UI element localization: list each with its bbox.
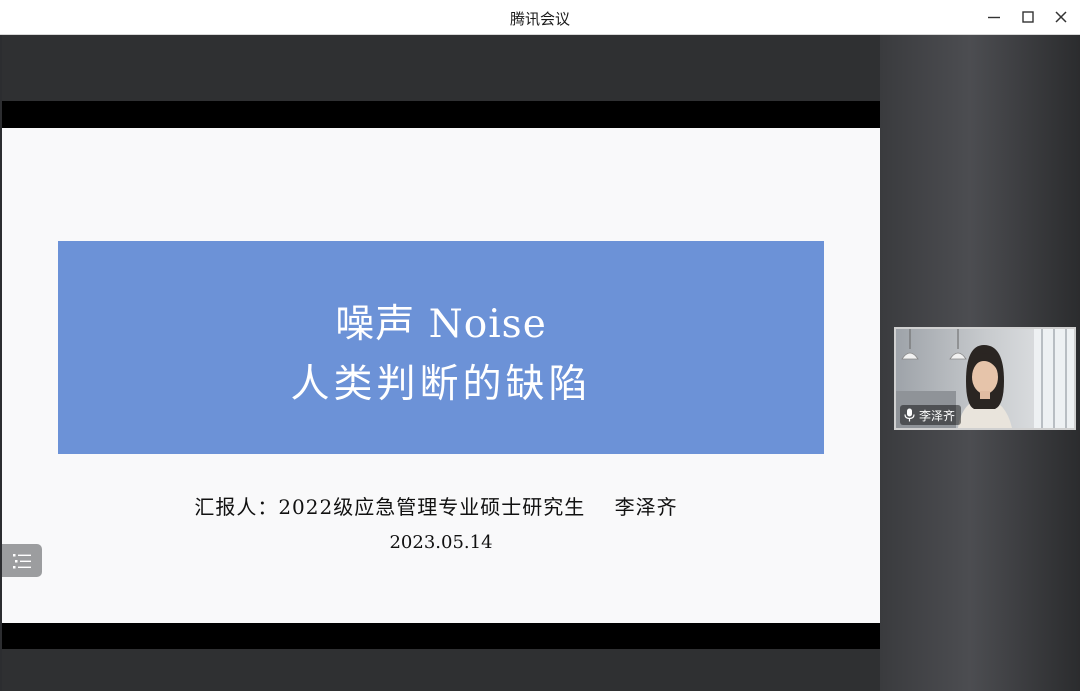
participant-label: 李泽齐 bbox=[900, 405, 962, 425]
minimize-icon bbox=[988, 16, 1000, 19]
letterbox-top bbox=[2, 101, 880, 128]
close-button[interactable] bbox=[1048, 5, 1074, 29]
slide-subtitle: 人类判断的缺陷 bbox=[290, 362, 592, 407]
microphone-icon bbox=[904, 408, 915, 422]
slide-title: 噪声 Noise bbox=[335, 302, 547, 347]
title-bar: 腾讯会议 bbox=[0, 0, 1080, 35]
participant-video-tile[interactable]: 李泽齐 bbox=[894, 327, 1076, 430]
list-menu-button[interactable] bbox=[2, 544, 42, 577]
participant-panel: 李泽齐 bbox=[880, 35, 1080, 691]
presentation-slide: 噪声 Noise 人类判断的缺陷 汇报人：2022级应急管理专业硕士研究生 李泽… bbox=[2, 128, 880, 623]
list-menu-icon bbox=[13, 553, 31, 568]
slide-title-banner: 噪声 Noise 人类判断的缺陷 bbox=[58, 241, 824, 454]
screen-share-area: 噪声 Noise 人类判断的缺陷 汇报人：2022级应急管理专业硕士研究生 李泽… bbox=[2, 35, 880, 691]
window-title: 腾讯会议 bbox=[509, 10, 570, 28]
participant-name: 李泽齐 bbox=[919, 408, 956, 423]
close-icon bbox=[1055, 11, 1067, 23]
slide-reporter: 汇报人：2022级应急管理专业硕士研究生 李泽齐 bbox=[194, 495, 678, 519]
maximize-icon bbox=[1022, 11, 1034, 23]
slide-date: 2023.05.14 bbox=[389, 532, 493, 553]
minimize-button[interactable] bbox=[981, 5, 1007, 29]
maximize-button[interactable] bbox=[1015, 5, 1041, 29]
letterbox-bottom bbox=[2, 623, 880, 649]
